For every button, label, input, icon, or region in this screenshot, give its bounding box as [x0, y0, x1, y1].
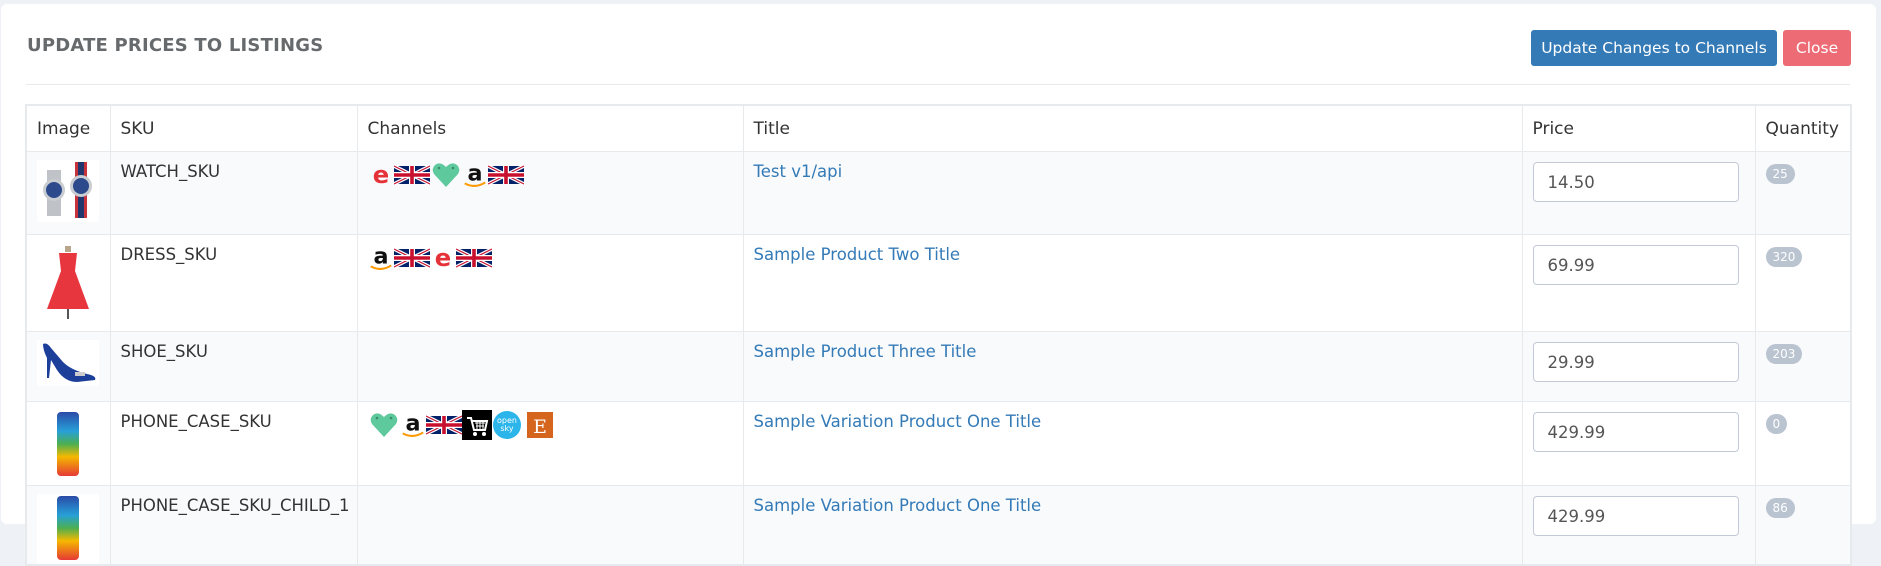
product-title-link[interactable]: Sample Variation Product One Title	[754, 412, 1042, 431]
uk-flag-icon	[425, 414, 462, 436]
sku-cell: WATCH_SKU	[109, 151, 358, 235]
cart-icon	[461, 410, 492, 440]
product-thumbnail	[37, 160, 105, 222]
svg-text:e: e	[372, 162, 388, 188]
svg-text:E: E	[533, 416, 547, 438]
image-cell	[25, 234, 111, 332]
sku-text: WATCH_SKU	[120, 162, 221, 181]
channels-cell: ea	[356, 151, 744, 235]
quantity-badge: 0	[1765, 414, 1788, 434]
table-row: DRESS_SKUaeSample Product Two Title320	[25, 234, 1852, 332]
quantity-cell: 25	[1754, 151, 1852, 235]
sku-text: PHONE_CASE_SKU	[120, 412, 272, 431]
title-cell: Sample Variation Product One Title	[742, 485, 1523, 566]
sku-text: SHOE_SKU	[120, 342, 208, 361]
table-row: PHONE_CASE_SKU a open sky E Sample Variation …	[25, 401, 1852, 486]
price-cell	[1521, 485, 1756, 566]
price-input[interactable]	[1532, 496, 1739, 536]
price-input[interactable]	[1532, 412, 1739, 452]
product-thumbnail	[37, 494, 105, 564]
quantity-cell: 203	[1754, 331, 1852, 402]
heart-tag-icon	[368, 411, 400, 439]
title-cell: Test v1/api	[742, 151, 1523, 235]
sku-cell: DRESS_SKU	[109, 234, 358, 332]
etsy-icon: E	[522, 410, 556, 440]
product-title-link[interactable]: Sample Variation Product One Title	[754, 496, 1042, 515]
page-title: UPDATE PRICES TO LISTINGS	[27, 35, 324, 56]
title-cell: Sample Product Three Title	[742, 331, 1523, 402]
product-thumbnail	[37, 243, 105, 323]
ebay-icon: e	[368, 162, 394, 188]
uk-flag-icon	[393, 247, 430, 269]
price-cell	[1521, 401, 1756, 486]
table-row: WATCH_SKUeaTest v1/api25	[25, 151, 1852, 235]
amazon-icon: a	[462, 160, 488, 190]
sku-text: DRESS_SKU	[120, 245, 218, 264]
product-title-link[interactable]: Test v1/api	[754, 162, 843, 181]
listings-table: Image SKU Channels Title Price Quantity …	[25, 104, 1852, 566]
title-cell: Sample Variation Product One Title	[742, 401, 1523, 486]
product-thumbnail	[37, 410, 105, 480]
update-changes-button[interactable]: Update Changes to Channels	[1531, 30, 1777, 66]
svg-text:e: e	[434, 245, 450, 271]
quantity-cell: 86	[1754, 485, 1852, 566]
opensky-icon: open sky	[492, 410, 522, 440]
price-input[interactable]	[1532, 342, 1739, 382]
table-row: SHOE_SKU Sample Product Three Title 203	[25, 331, 1852, 402]
uk-flag-icon	[487, 164, 524, 186]
svg-text:a: a	[405, 411, 420, 437]
amazon-icon: a	[368, 243, 394, 273]
channel-icons: ae	[368, 243, 733, 273]
product-thumbnail	[37, 340, 105, 386]
svg-text:a: a	[373, 244, 388, 270]
channels-cell: ae	[356, 234, 744, 332]
quantity-badge: 86	[1765, 498, 1795, 518]
product-title-link[interactable]: Sample Product Three Title	[754, 342, 977, 361]
sku-text: PHONE_CASE_SKU_CHILD_1	[120, 496, 350, 515]
price-input[interactable]	[1532, 162, 1739, 202]
channel-icons	[368, 496, 733, 522]
quantity-badge: 25	[1765, 164, 1795, 184]
table-header-row: Image SKU Channels Title Price Quantity	[25, 104, 1852, 152]
quantity-cell: 320	[1754, 234, 1852, 332]
title-cell: Sample Product Two Title	[742, 234, 1523, 332]
image-cell	[25, 401, 111, 486]
svg-text:sky: sky	[500, 424, 514, 433]
heart-tag-icon	[430, 161, 462, 189]
sku-cell: PHONE_CASE_SKU	[109, 401, 358, 486]
price-input[interactable]	[1532, 245, 1739, 285]
quantity-badge: 320	[1765, 247, 1803, 267]
price-cell	[1521, 331, 1756, 402]
table-row: PHONE_CASE_SKU_CHILD_1 Sample Variation P…	[25, 485, 1852, 566]
amazon-icon: a	[400, 410, 426, 440]
column-header-channels: Channels	[356, 104, 744, 152]
channel-icons: ea	[368, 160, 733, 190]
column-header-quantity: Quantity	[1754, 104, 1852, 152]
image-cell	[25, 485, 111, 566]
svg-text:a: a	[467, 161, 482, 187]
ebay-icon: e	[430, 245, 456, 271]
column-header-price: Price	[1521, 104, 1756, 152]
image-cell	[25, 331, 111, 402]
sku-cell: SHOE_SKU	[109, 331, 358, 402]
column-header-sku: SKU	[109, 104, 358, 152]
price-cell	[1521, 234, 1756, 332]
uk-flag-icon	[455, 247, 492, 269]
quantity-badge: 203	[1765, 344, 1803, 364]
image-cell	[25, 151, 111, 235]
channel-icons	[368, 342, 733, 368]
close-button[interactable]: Close	[1783, 30, 1851, 66]
channel-icons: a open sky E	[368, 410, 733, 440]
header-divider	[26, 84, 1850, 85]
channels-cell	[356, 331, 744, 402]
sku-cell: PHONE_CASE_SKU_CHILD_1	[109, 485, 358, 566]
price-cell	[1521, 151, 1756, 235]
column-header-title: Title	[742, 104, 1523, 152]
channels-cell: a open sky E	[356, 401, 744, 486]
column-header-image: Image	[25, 104, 111, 152]
quantity-cell: 0	[1754, 401, 1852, 486]
channels-cell	[356, 485, 744, 566]
uk-flag-icon	[393, 164, 430, 186]
product-title-link[interactable]: Sample Product Two Title	[754, 245, 961, 264]
